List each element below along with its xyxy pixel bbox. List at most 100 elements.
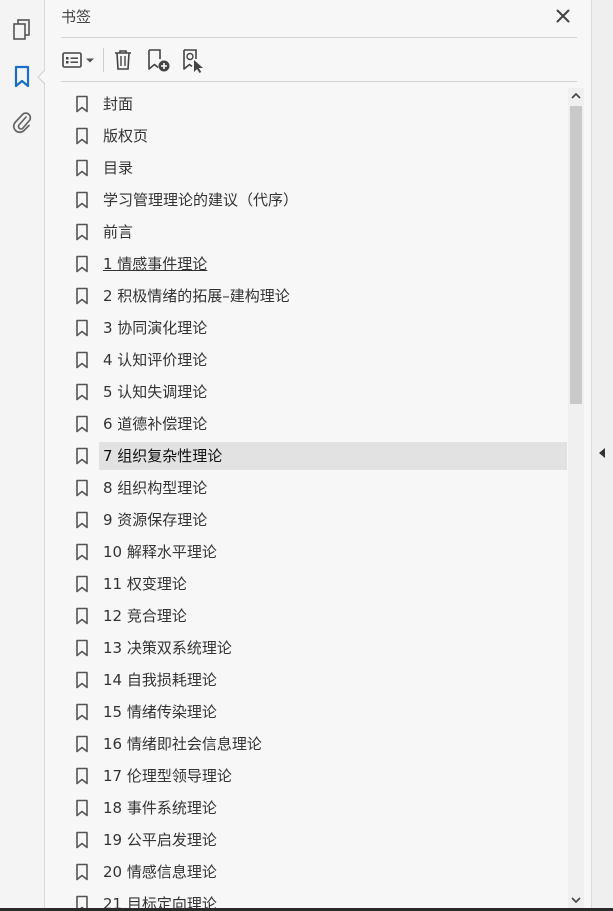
bookmark-label: 18 事件系统理论 bbox=[103, 799, 217, 817]
bookmark-icon bbox=[76, 191, 88, 209]
new-bookmark-icon[interactable] bbox=[145, 46, 171, 74]
scrollbar-thumb[interactable] bbox=[570, 106, 582, 404]
bookmark-item[interactable]: 9 资源保存理论 bbox=[75, 506, 567, 534]
vertical-scrollbar[interactable] bbox=[568, 88, 584, 908]
bookmark-label: 6 道德补偿理论 bbox=[103, 415, 208, 433]
divider bbox=[61, 81, 577, 82]
trash-icon[interactable] bbox=[111, 46, 135, 74]
divider bbox=[61, 37, 577, 38]
bookmark-icon bbox=[76, 799, 88, 817]
bookmark-label: 7 组织复杂性理论 bbox=[99, 442, 567, 470]
pages-icon[interactable] bbox=[8, 16, 36, 44]
bookmark-label: 学习管理理论的建议（代序） bbox=[103, 191, 299, 209]
bookmark-item[interactable]: 前言 bbox=[75, 218, 567, 246]
bookmark-icon bbox=[76, 479, 88, 497]
panel-collapse-strip[interactable] bbox=[591, 0, 613, 911]
bookmark-label: 12 竞合理论 bbox=[103, 607, 187, 625]
bookmark-label: 版权页 bbox=[103, 127, 149, 145]
bookmark-label: 2 积极情绪的拓展–建构理论 bbox=[103, 287, 290, 305]
bookmark-icon bbox=[76, 895, 88, 908]
bookmark-item[interactable]: 16 情绪即社会信息理论 bbox=[75, 730, 567, 758]
bookmark-item[interactable]: 20 情感信息理论 bbox=[75, 858, 567, 886]
bookmark-icon bbox=[76, 255, 88, 273]
bookmark-item[interactable]: 版权页 bbox=[75, 122, 567, 150]
bookmark-icon bbox=[76, 447, 88, 465]
bookmark-item[interactable]: 封面 bbox=[75, 90, 567, 118]
bookmark-panel-icon[interactable] bbox=[8, 63, 36, 91]
close-icon[interactable] bbox=[553, 6, 573, 26]
bookmark-icon bbox=[76, 863, 88, 881]
collapse-arrow-icon[interactable] bbox=[598, 447, 606, 459]
bookmark-item[interactable]: 目录 bbox=[75, 154, 567, 182]
bookmark-label: 目录 bbox=[103, 159, 134, 177]
bookmark-label: 17 伦理型领导理论 bbox=[103, 767, 232, 785]
bookmark-item[interactable]: 学习管理理论的建议（代序） bbox=[75, 186, 567, 214]
bookmark-icon bbox=[76, 703, 88, 721]
bookmark-item[interactable]: 4 认知评价理论 bbox=[75, 346, 567, 374]
bookmark-label: 8 组织构型理论 bbox=[103, 479, 208, 497]
bookmark-item[interactable]: 8 组织构型理论 bbox=[75, 474, 567, 502]
bookmark-label: 14 自我损耗理论 bbox=[103, 671, 217, 689]
bookmark-label: 11 权变理论 bbox=[103, 575, 187, 593]
bookmark-label: 9 资源保存理论 bbox=[103, 511, 208, 529]
bookmark-icon bbox=[76, 607, 88, 625]
bookmark-item[interactable]: 21 目标定向理论 bbox=[75, 890, 567, 908]
bookmark-label: 13 决策双系统理论 bbox=[103, 639, 232, 657]
bookmark-label: 16 情绪即社会信息理论 bbox=[103, 735, 262, 753]
panel-title: 书签 bbox=[61, 8, 92, 26]
bookmark-icon bbox=[76, 383, 88, 401]
bookmark-item[interactable]: 12 竞合理论 bbox=[75, 602, 567, 630]
bookmark-item[interactable]: 10 解释水平理论 bbox=[75, 538, 567, 566]
bookmark-item[interactable]: 13 决策双系统理论 bbox=[75, 634, 567, 662]
bookmark-label: 3 协同演化理论 bbox=[103, 319, 208, 337]
bookmark-item[interactable]: 15 情绪传染理论 bbox=[75, 698, 567, 726]
bookmark-item[interactable]: 11 权变理论 bbox=[75, 570, 567, 598]
bookmark-item[interactable]: 19 公平启发理论 bbox=[75, 826, 567, 854]
paperclip-icon[interactable] bbox=[8, 108, 36, 136]
bookmark-label: 21 目标定向理论 bbox=[103, 895, 217, 908]
bookmark-icon bbox=[76, 319, 88, 337]
bookmark-icon bbox=[76, 415, 88, 433]
bookmark-item[interactable]: 3 协同演化理论 bbox=[75, 314, 567, 342]
options-menu-icon bbox=[62, 52, 94, 68]
toolbar-divider bbox=[103, 48, 104, 72]
bookmark-label: 1 情感事件理论 bbox=[103, 255, 208, 273]
bookmark-icon bbox=[76, 543, 88, 561]
bookmark-label: 前言 bbox=[103, 223, 134, 241]
bookmark-icon bbox=[76, 223, 88, 241]
bookmark-icon bbox=[76, 511, 88, 529]
bookmark-label: 20 情感信息理论 bbox=[103, 863, 217, 881]
bookmark-icon bbox=[76, 351, 88, 369]
bookmark-icon bbox=[76, 767, 88, 785]
bookmark-item[interactable]: 5 认知失调理论 bbox=[75, 378, 567, 406]
bookmark-icon bbox=[76, 95, 88, 113]
bookmark-icon bbox=[76, 575, 88, 593]
bookmark-item[interactable]: 18 事件系统理论 bbox=[75, 794, 567, 822]
bookmark-label: 5 认知失调理论 bbox=[103, 383, 208, 401]
bookmark-icon bbox=[76, 159, 88, 177]
bookmarks-toolbar bbox=[61, 44, 577, 76]
bookmark-item[interactable]: 1 情感事件理论 bbox=[75, 250, 567, 278]
bookmark-label: 15 情绪传染理论 bbox=[103, 703, 217, 721]
bookmark-icon bbox=[76, 735, 88, 753]
bookmarks-panel: 书签 封面 版权页 目录 学习管理理论的建议（代序） 前言 1 情感事件理论 2… bbox=[45, 0, 591, 911]
bookmark-item[interactable]: 17 伦理型领导理论 bbox=[75, 762, 567, 790]
bookmark-item[interactable]: 2 积极情绪的拓展–建构理论 bbox=[75, 282, 567, 310]
options-menu-button[interactable] bbox=[61, 46, 97, 74]
bookmark-icon bbox=[76, 831, 88, 849]
bookmark-label: 封面 bbox=[103, 95, 134, 113]
bookmark-icon bbox=[76, 639, 88, 657]
scroll-down-icon[interactable] bbox=[568, 892, 584, 908]
scroll-up-icon[interactable] bbox=[568, 88, 584, 104]
bookmark-label: 10 解释水平理论 bbox=[103, 543, 217, 561]
bookmark-item[interactable]: 14 自我损耗理论 bbox=[75, 666, 567, 694]
bookmark-item[interactable]: 6 道德补偿理论 bbox=[75, 410, 567, 438]
bookmark-icon bbox=[76, 287, 88, 305]
bookmark-item[interactable]: 7 组织复杂性理论 bbox=[75, 442, 567, 470]
bookmark-selection-icon[interactable] bbox=[179, 46, 207, 74]
bookmark-label: 19 公平启发理论 bbox=[103, 831, 217, 849]
bookmark-label: 4 认知评价理论 bbox=[103, 351, 208, 369]
navigation-rail bbox=[0, 0, 46, 911]
bookmark-icon bbox=[76, 127, 88, 145]
bookmark-icon bbox=[76, 671, 88, 689]
